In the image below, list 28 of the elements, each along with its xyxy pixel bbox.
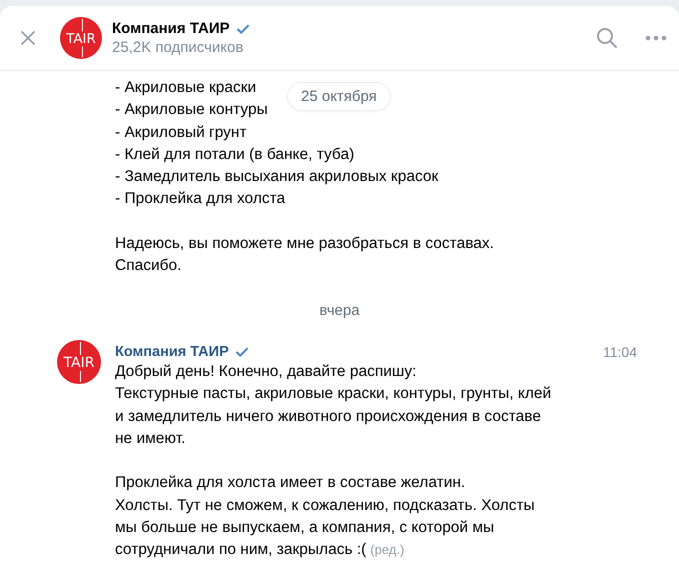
- date-pill: 25 октября: [288, 83, 390, 110]
- message-line: - Замедлитель высыхания акриловых красок: [115, 168, 438, 186]
- edited-label: (ред.): [370, 542, 404, 558]
- avatar[interactable]: TAIR: [60, 17, 102, 59]
- message-time: 11:04: [603, 344, 637, 360]
- message-line: - Клей для потали (в банке, туба): [115, 146, 354, 163]
- message-line: Проклейка для холста имеет в составе желатин.: [115, 474, 466, 492]
- message-line: Надеюсь, вы поможете мне разобраться в составах.: [115, 235, 494, 252]
- date-divider: вчера: [319, 302, 360, 319]
- message-line: Спасибо.: [115, 257, 182, 274]
- more-icon[interactable]: [645, 35, 667, 41]
- message-line: - Акриловые краски: [115, 79, 256, 96]
- avatar[interactable]: TAIR: [57, 340, 101, 384]
- message-line: Текстурные пасты, акриловые краски, контуры, грунты, клей: [115, 385, 552, 402]
- subscriber-count: 25,2K подписчиков: [112, 39, 244, 56]
- message-line: Добрый день! Конечно, давайте распишу:: [115, 362, 416, 380]
- message-line: сотрудничали по ним, закрылась :(: [115, 541, 366, 558]
- message-line: - Акриловый грунт: [115, 124, 247, 141]
- close-icon[interactable]: [18, 28, 38, 48]
- message-line: - Проклейка для холста: [115, 190, 286, 208]
- message-line: - Акриловые контуры: [115, 101, 268, 118]
- message-line: и замедлитель ничего животного происхождения в составе: [115, 408, 541, 425]
- message-line: не имеют.: [115, 430, 186, 447]
- search-icon[interactable]: [595, 26, 619, 50]
- message-line: мы больше не выпускаем, а компания, с которой мы: [115, 519, 494, 536]
- author-name[interactable]: Компания ТАИР: [115, 344, 229, 360]
- chat-title: Компания ТАИР: [112, 20, 230, 37]
- message-line: Холсты. Тут не сможем, к сожалению, подсказать. Холсты: [115, 496, 535, 514]
